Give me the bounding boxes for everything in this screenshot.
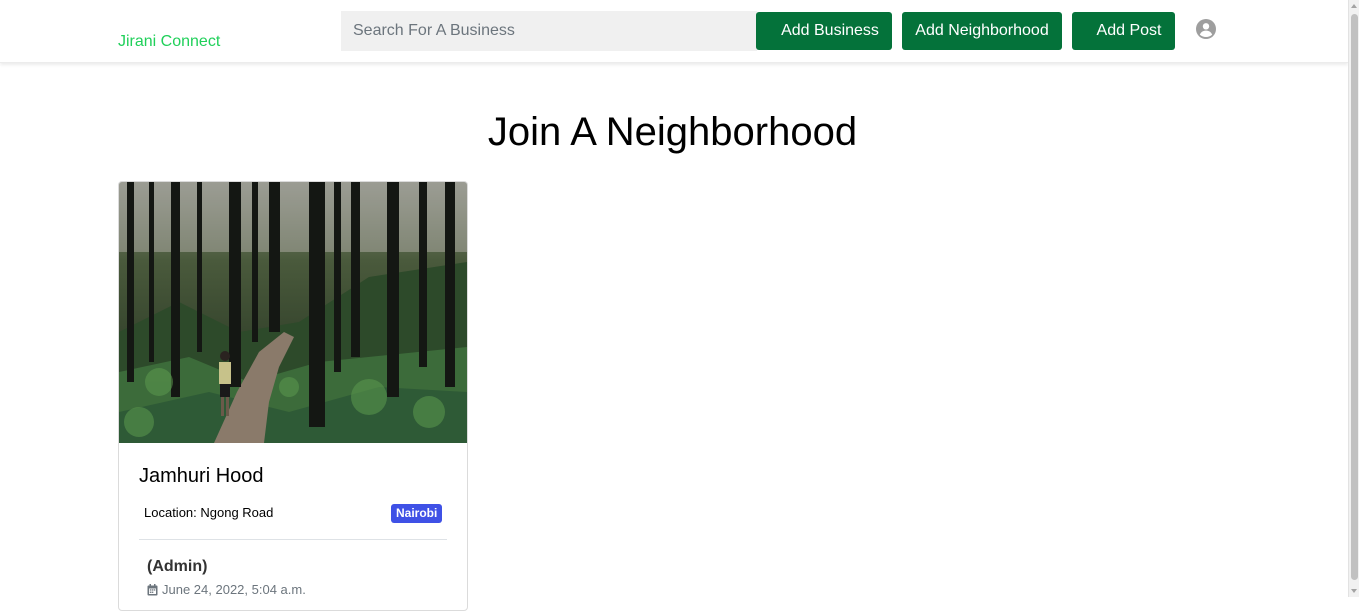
calendar-icon [147,583,158,596]
neighborhood-location: Location: Ngong Road [144,505,274,520]
forest-trail-photo [119,182,467,443]
card-divider [139,539,447,540]
add-post-button[interactable]: Add Post [1072,12,1175,50]
city-badge: Nairobi [391,504,443,523]
top-navbar: Jirani Connect Add Business Add Neighbor… [0,0,1348,63]
vertical-scrollbar[interactable] [1348,0,1359,597]
neighborhood-card[interactable]: Jamhuri Hood Location: Ngong Road Nairob… [118,181,468,611]
add-neighborhood-button[interactable]: Add Neighborhood [902,12,1062,50]
search-input[interactable] [341,11,757,51]
add-business-button[interactable]: Add Business [756,12,892,50]
scroll-up-arrow-icon[interactable] [1351,4,1357,8]
brand-link[interactable]: Jirani Connect [118,33,220,51]
page-title: Join A Neighborhood [487,110,858,154]
date-row: June 24, 2022, 5:04 a.m. [147,582,306,597]
admin-label: (Admin) [147,558,208,575]
post-date: June 24, 2022, 5:04 a.m. [162,582,306,597]
user-circle-icon[interactable] [1195,18,1217,40]
scroll-down-arrow-icon[interactable] [1351,589,1357,593]
neighborhood-name[interactable]: Jamhuri Hood [139,465,264,488]
scrollbar-thumb[interactable] [1351,14,1358,580]
